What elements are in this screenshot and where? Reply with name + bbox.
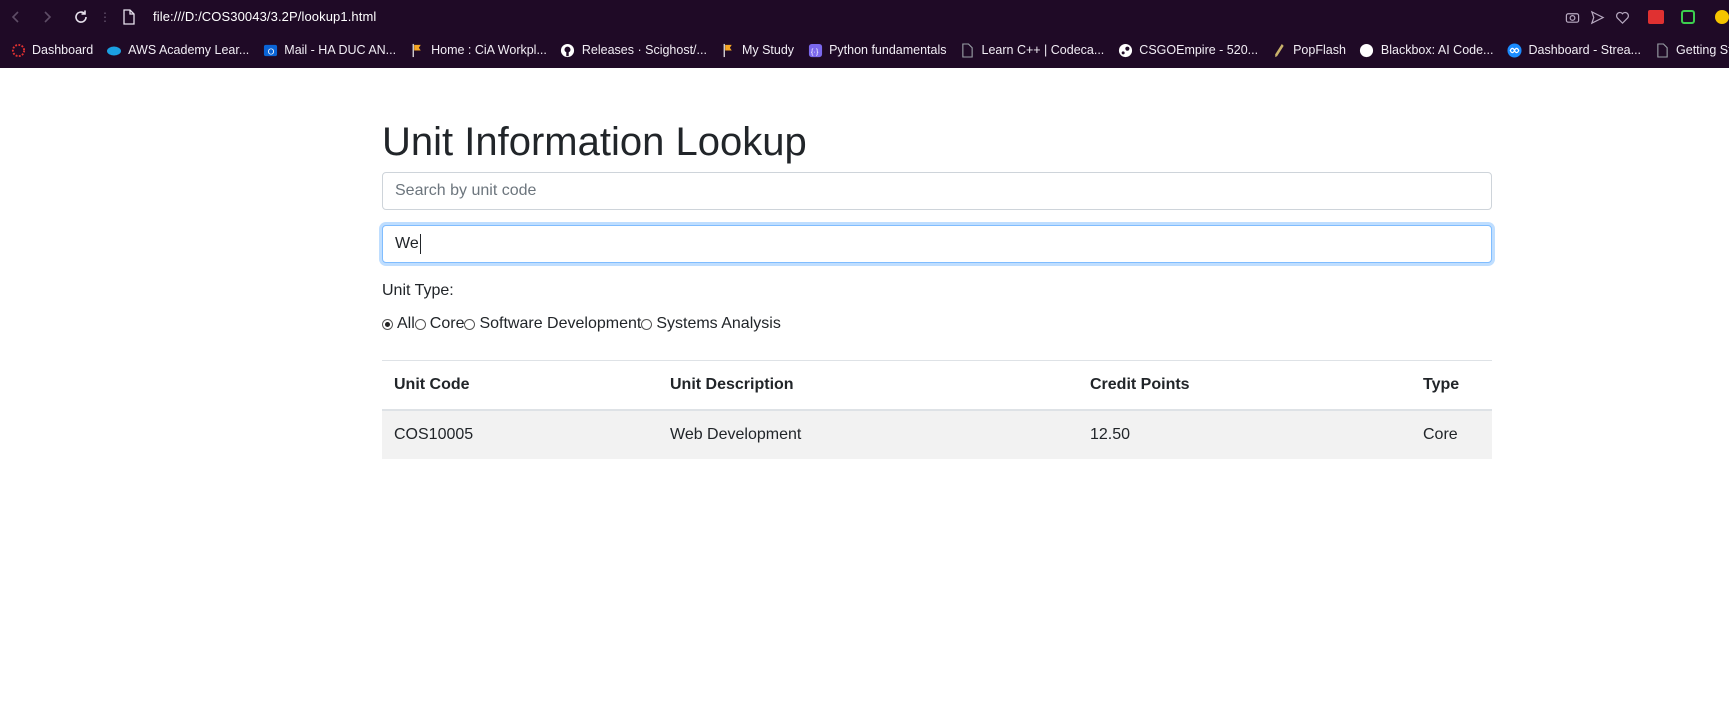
cell-type: Core <box>1411 410 1492 459</box>
page-title: Unit Information Lookup <box>382 120 807 164</box>
unit-type-label: Unit Type: <box>382 282 454 299</box>
extension-audio-button[interactable] <box>1647 8 1665 26</box>
header-unit-code: Unit Code <box>382 360 658 411</box>
bookmark-item[interactable]: Getting Started | Co... <box>1654 42 1729 58</box>
back-button[interactable] <box>7 8 25 26</box>
code-icon: {·} <box>807 42 823 58</box>
extension-yellow-button[interactable] <box>1711 8 1729 26</box>
camera-button[interactable] <box>1563 8 1581 26</box>
bookmark-label: Python fundamentals <box>829 43 947 57</box>
radio-software-development[interactable]: Software Development <box>464 315 641 333</box>
radio-label-software-development: Software Development <box>479 315 642 332</box>
bookmark-label: PopFlash <box>1293 43 1346 57</box>
bookmark-label: Releases · Scighost/... <box>581 43 707 57</box>
unit-type-radio-group: All Core Software Development Systems An… <box>382 315 781 333</box>
bookmark-item[interactable]: Blackbox: AI Code... <box>1359 42 1494 58</box>
page-icon <box>1654 42 1670 58</box>
radio-label-core: Core <box>429 315 465 332</box>
radio-all[interactable]: All <box>382 315 415 333</box>
cell-unit-code: COS10005 <box>382 410 658 459</box>
heart-icon <box>1615 11 1629 24</box>
header-type: Type <box>1411 360 1492 411</box>
page-icon <box>960 42 976 58</box>
camera-icon <box>1565 12 1579 23</box>
text-caret <box>419 233 421 254</box>
bookmark-item[interactable]: Home : CiA Workpl... <box>409 42 547 58</box>
bookmark-item[interactable]: O Mail - HA DUC AN... <box>262 42 396 58</box>
reload-button[interactable] <box>72 8 90 26</box>
search-placeholder: Search by unit code <box>395 182 537 199</box>
extension-yellow-icon <box>1715 10 1729 24</box>
send-button[interactable] <box>1588 8 1606 26</box>
browser-chrome: ⋮ file:///D:/COS30043/3.2P/lookup1.html … <box>0 0 1729 68</box>
steam-icon <box>1117 42 1133 58</box>
radio-button-all[interactable] <box>382 318 393 330</box>
bookmark-label: My Study <box>741 43 795 57</box>
favorite-button[interactable] <box>1613 8 1631 26</box>
radio-label-systems-analysis: Systems Analysis <box>656 315 781 332</box>
bookmark-item[interactable]: PopFlash <box>1271 42 1346 58</box>
arrow-left-icon <box>11 11 19 23</box>
svg-text:O: O <box>267 46 274 56</box>
file-icon <box>123 9 135 25</box>
bookmark-label: Dashboard - Strea... <box>1528 43 1642 57</box>
bookmark-item[interactable]: {·} Python fundamentals <box>807 42 947 58</box>
flag-icon <box>720 42 736 58</box>
github-icon <box>560 42 576 58</box>
bookmark-item[interactable]: My Study <box>720 42 794 58</box>
infinity-icon <box>1506 42 1522 58</box>
bookmark-label: CSGOEmpire - 520... <box>1139 43 1259 57</box>
radio-button-software-development[interactable] <box>464 318 476 330</box>
cloud-icon <box>106 42 122 58</box>
svg-text:{·}: {·} <box>810 46 818 55</box>
units-table: Unit Code Unit Description Credit Points… <box>382 360 1492 459</box>
extension-green-button[interactable] <box>1679 8 1697 26</box>
table-row: COS10005 Web Development 12.50 Core <box>382 410 1492 459</box>
reload-icon <box>75 10 87 23</box>
unit-code-search-input[interactable]: Search by unit code <box>382 172 1492 210</box>
bookmark-label: Mail - HA DUC AN... <box>284 43 397 57</box>
bookmark-label: Getting Started | Co... <box>1676 43 1729 57</box>
arrow-right-icon <box>44 11 52 23</box>
pen-icon <box>1271 42 1287 58</box>
bookmark-item[interactable]: Releases · Scighost/... <box>560 42 707 58</box>
bookmark-label: AWS Academy Lear... <box>128 43 250 57</box>
bookmark-item[interactable]: CSGOEmpire - 520... <box>1117 42 1258 58</box>
bookmarks-bar: Dashboard AWS Academy Lear... O Mail - HA D… <box>0 38 1729 62</box>
circle-icon <box>1359 42 1375 58</box>
address-divider: ⋮ <box>99 10 111 24</box>
send-icon <box>1590 10 1604 24</box>
bookmark-label: Home : CiA Workpl... <box>431 43 547 57</box>
dashboard-icon <box>10 42 26 58</box>
cell-unit-description: Web Development <box>658 410 1078 459</box>
audio-extension-icon <box>1648 10 1664 24</box>
radio-core[interactable]: Core <box>414 315 465 333</box>
radio-button-systems-analysis[interactable] <box>641 318 653 330</box>
cell-credit-points: 12.50 <box>1078 410 1411 459</box>
header-credit-points: Credit Points <box>1078 360 1411 411</box>
bookmark-item[interactable]: Dashboard <box>10 42 93 58</box>
bookmark-label: Dashboard <box>32 43 94 57</box>
radio-label-all: All <box>397 315 415 332</box>
bookmark-item[interactable]: AWS Academy Lear... <box>106 42 249 58</box>
extension-icon <box>1681 10 1695 24</box>
unit-description-filter-input[interactable]: We <box>382 225 1492 263</box>
radio-systems-analysis[interactable]: Systems Analysis <box>641 315 781 333</box>
forward-button[interactable] <box>38 8 56 26</box>
flag-icon <box>409 42 425 58</box>
url-text[interactable]: file:///D:/COS30043/3.2P/lookup1.html <box>153 9 376 24</box>
toolbar-icons <box>1556 8 1729 26</box>
radio-button-core[interactable] <box>414 318 426 330</box>
outlook-icon: O <box>262 42 278 58</box>
bookmark-item[interactable]: Dashboard - Strea... <box>1506 42 1641 58</box>
bookmark-item[interactable]: Learn C++ | Codeca... <box>960 42 1105 58</box>
table-header-row: Unit Code Unit Description Credit Points… <box>382 360 1492 411</box>
bookmark-label: Blackbox: AI Code... <box>1380 43 1494 57</box>
bookmark-label: Learn C++ | Codeca... <box>981 43 1105 57</box>
header-unit-description: Unit Description <box>658 360 1078 411</box>
address-bar-row: ⋮ file:///D:/COS30043/3.2P/lookup1.html <box>0 0 1729 34</box>
filter-value: We <box>395 235 419 252</box>
